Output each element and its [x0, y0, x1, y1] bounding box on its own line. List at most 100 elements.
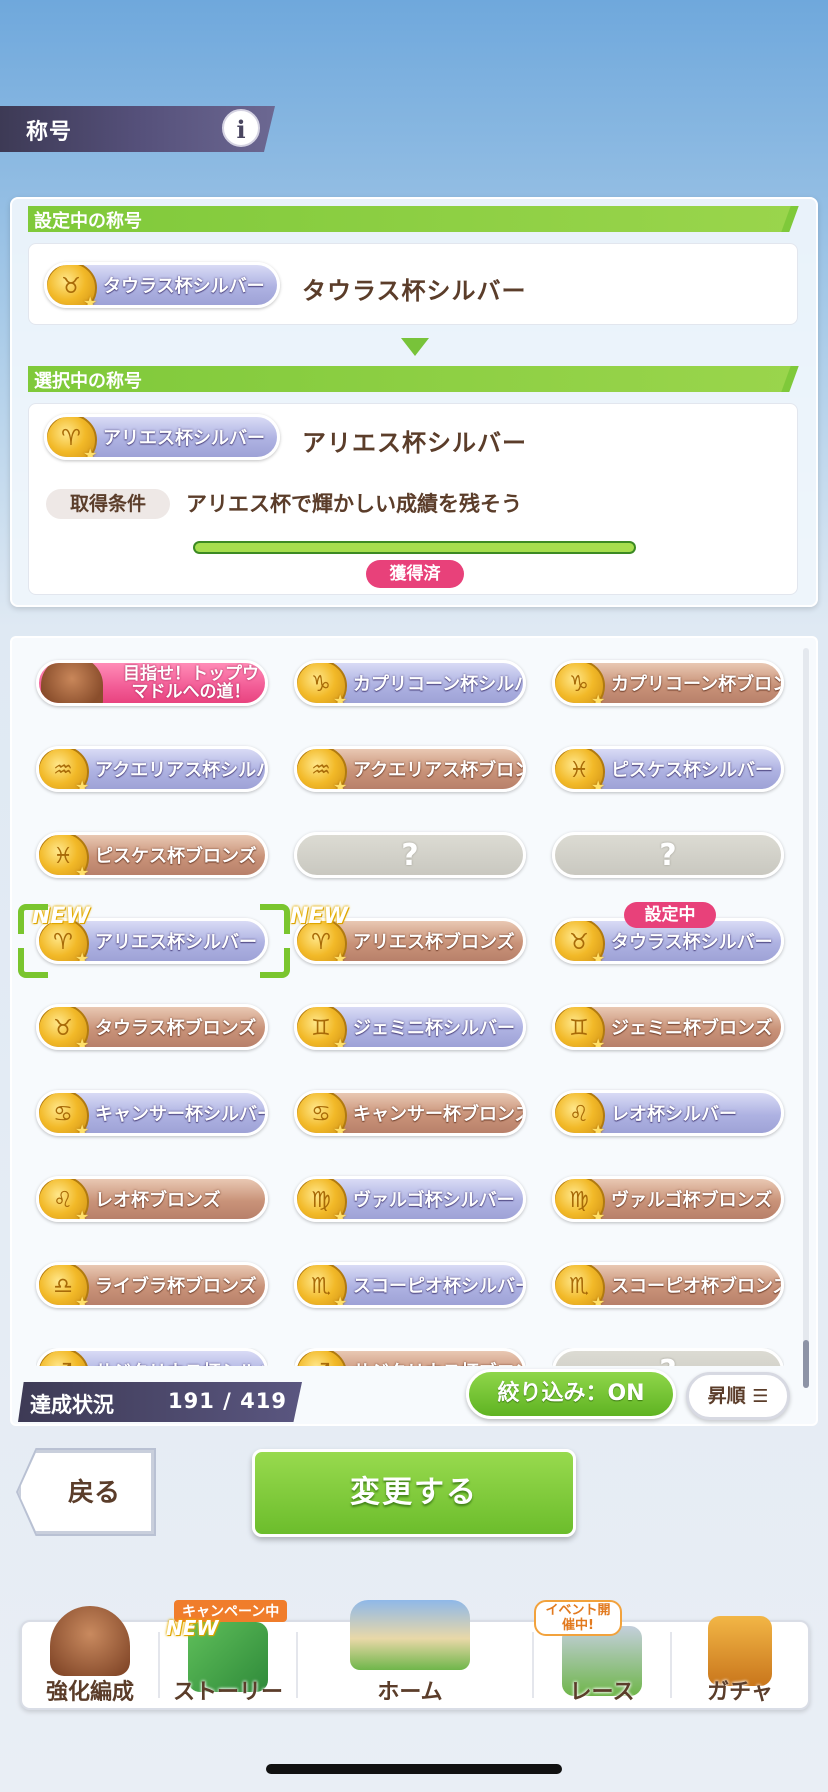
title-badge-item[interactable]: ♋ ★ キャンサー杯ブロンズ: [294, 1090, 526, 1136]
status-badge: 獲得済: [366, 560, 464, 588]
info-icon[interactable]: i: [222, 109, 260, 147]
title-badge-label: アクエリアス杯ブロンズ: [353, 760, 523, 781]
selection-bracket: [18, 948, 48, 978]
selected-title-section-label: 選択中の称号: [34, 371, 142, 392]
title-badge-item[interactable]: ♏ ★ スコーピオ杯ブロンズ: [552, 1262, 784, 1308]
school-building-icon: [350, 1600, 470, 1670]
title-badge-label: スコーピオ杯ブロンズ: [611, 1276, 784, 1297]
new-tag: NEW: [166, 1616, 219, 1640]
screen-title-text: 称号: [26, 120, 73, 145]
nav-enhance[interactable]: 強化編成: [22, 1600, 158, 1710]
title-badge-label: キャンサー杯ブロンズ: [353, 1104, 526, 1125]
title-badge-item[interactable]: ♑★カプリコーン杯ブロンズ: [552, 660, 784, 706]
sort-button[interactable]: 昇順 ☰: [686, 1372, 790, 1420]
title-badge-label: ピスケス杯シルバー: [611, 760, 773, 781]
sort-label: 昇順: [707, 1385, 746, 1407]
title-badge-item[interactable]: ♍ ★ ヴァルゴ杯ブロンズ: [552, 1176, 784, 1222]
title-badge-label: レオ杯ブロンズ: [95, 1190, 221, 1211]
selected-badge-label: アリエス杯シルバー: [103, 428, 265, 449]
title-badge-label: カプリコーン杯ブロンズ: [611, 674, 781, 695]
change-button[interactable]: 変更する: [252, 1449, 576, 1537]
selection-bracket: [18, 904, 48, 934]
nav-home-label: ホーム: [377, 1680, 443, 1705]
event-tag: イベント開催中!: [534, 1600, 622, 1636]
star-icon: ★: [75, 1207, 90, 1222]
arrow-down-icon: [401, 338, 429, 356]
star-icon: ★: [333, 1121, 348, 1136]
condition-label: 取得条件: [46, 489, 170, 519]
selection-bracket: [260, 904, 290, 934]
selected-title-text: アリエス杯シルバー: [302, 429, 527, 457]
achievement-count: 191 / 419: [168, 1389, 287, 1413]
star-icon: ★: [591, 949, 606, 964]
title-badge-label: キャンサー杯シルバー: [95, 1104, 268, 1125]
title-badge-item[interactable]: ♏ ★ スコーピオ杯シルバー: [294, 1262, 526, 1308]
title-badge-item[interactable]: ♋ ★ キャンサー杯シルバー: [36, 1090, 268, 1136]
star-icon: ★: [75, 1121, 90, 1136]
nav-gacha[interactable]: ガチャ: [672, 1600, 808, 1710]
nav-race[interactable]: イベント開催中! レース: [534, 1600, 670, 1710]
title-badge-label: タウラス杯ブロンズ: [95, 1018, 257, 1039]
character-avatar-icon: [41, 663, 103, 703]
star-icon: ★: [75, 1293, 90, 1308]
current-title-text: タウラス杯シルバー: [302, 277, 527, 305]
title-badge-label: ピスケス杯ブロンズ: [95, 846, 257, 867]
condition-text: アリエス杯で輝かしい成績を残そう: [186, 492, 522, 516]
title-badge-item[interactable]: ♎ ★ ライブラ杯ブロンズ: [36, 1262, 268, 1308]
title-badge-label: ジェミニ杯ブロンズ: [611, 1018, 773, 1039]
star-icon: ★: [333, 949, 348, 964]
star-icon: ★: [591, 1293, 606, 1308]
title-badge-item[interactable]: ♌ ★ レオ杯ブロンズ: [36, 1176, 268, 1222]
selected-title-section-header: 選択中の称号: [28, 366, 798, 392]
current-title-badge: ♉ ★ タウラス杯シルバー: [44, 262, 280, 308]
scrollbar-track[interactable]: [803, 648, 809, 1388]
title-badge-item[interactable]: 目指せ！トップウマドルへの道！: [36, 660, 268, 706]
home-indicator[interactable]: [266, 1764, 562, 1774]
star-icon: ★: [591, 1207, 606, 1222]
achievement-label: 達成状況: [30, 1393, 114, 1417]
title-badge-item[interactable]: ♌ ★ レオ杯シルバー: [552, 1090, 784, 1136]
title-badge-item[interactable]: ♊ ★ ジェミニ杯シルバー: [294, 1004, 526, 1050]
star-icon: ★: [591, 1121, 606, 1136]
scrollbar-thumb[interactable]: [803, 1340, 809, 1388]
star-icon: ★: [75, 863, 90, 878]
star-icon: ★: [591, 777, 606, 792]
star-icon: ★: [83, 293, 98, 308]
back-button[interactable]: 戻る: [18, 1450, 154, 1534]
star-icon: ★: [83, 445, 98, 460]
star-icon: ★: [333, 1207, 348, 1222]
title-badge-item[interactable]: ♊ ★ ジェミニ杯ブロンズ: [552, 1004, 784, 1050]
nav-story[interactable]: キャンペーン中 NEW ストーリー: [160, 1600, 296, 1710]
selected-title-badge: ♈ ★ アリエス杯シルバー: [44, 414, 280, 460]
title-badge-label: アリエス杯シルバー: [95, 932, 257, 953]
nav-enhance-label: 強化編成: [45, 1680, 134, 1705]
title-badge-item[interactable]: ?: [552, 832, 784, 878]
title-badge-label: カプリコーン杯シルバー: [353, 674, 523, 695]
sort-lines-icon: ☰: [752, 1386, 769, 1407]
title-badge-item[interactable]: ♑★カプリコーン杯シルバー: [294, 660, 526, 706]
title-badge-item[interactable]: ♒★アクエリアス杯シルバー: [36, 746, 268, 792]
title-badge-item[interactable]: ♍ ★ ヴァルゴ杯シルバー: [294, 1176, 526, 1222]
title-badge-label: ?: [401, 837, 419, 873]
star-icon: ★: [591, 1035, 606, 1050]
title-badge-label: ヴァルゴ杯シルバー: [353, 1190, 515, 1211]
progress-bar-fill: [195, 543, 634, 552]
nav-race-label: レース: [569, 1680, 635, 1705]
title-badge-item[interactable]: ♓ ★ ピスケス杯ブロンズ: [36, 832, 268, 878]
title-badge-label: アリエス杯ブロンズ: [353, 932, 515, 953]
title-badge-item[interactable]: ?: [294, 832, 526, 878]
nav-story-label: ストーリー: [172, 1680, 283, 1705]
title-badge-label: ジェミニ杯シルバー: [353, 1018, 515, 1039]
character-icon: [50, 1606, 130, 1676]
filter-button[interactable]: 絞り込み：ON: [466, 1369, 676, 1419]
title-badge-item[interactable]: ♉ ★ タウラス杯ブロンズ: [36, 1004, 268, 1050]
star-icon: ★: [75, 949, 90, 964]
star-icon: ★: [333, 777, 348, 792]
nav-home[interactable]: ホーム: [330, 1600, 490, 1710]
title-badge-item[interactable]: ♒★アクエリアス杯ブロンズ: [294, 746, 526, 792]
new-tag: NEW: [290, 904, 348, 929]
title-badge-item[interactable]: ♓ ★ ピスケス杯シルバー: [552, 746, 784, 792]
title-badge-label: ライブラ杯ブロンズ: [95, 1276, 257, 1297]
current-badge-label: タウラス杯シルバー: [103, 276, 265, 297]
star-icon: ★: [333, 691, 348, 706]
